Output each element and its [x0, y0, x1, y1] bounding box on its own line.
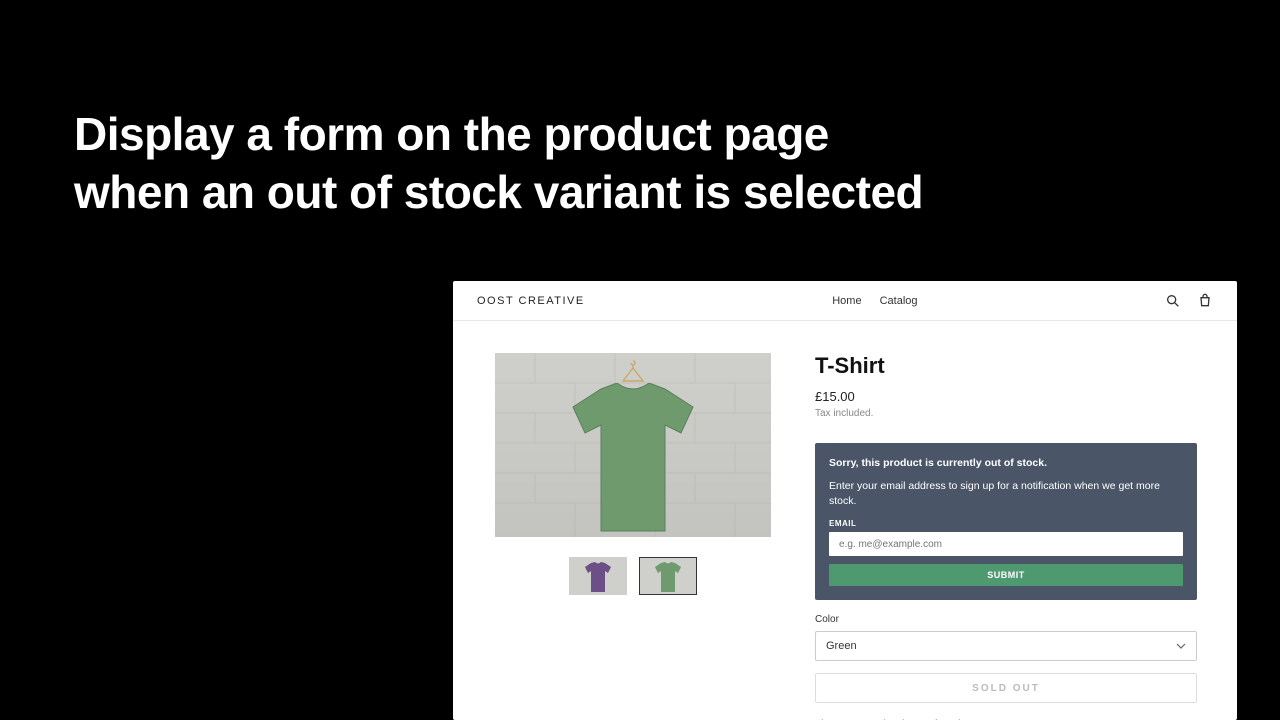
nav-home[interactable]: Home	[832, 295, 861, 307]
submit-button[interactable]: SUBMIT	[829, 564, 1183, 586]
headline-line1: Display a form on the product pagewhen a…	[74, 108, 923, 218]
tax-note: Tax included.	[815, 408, 1197, 419]
product-price: £15.00	[815, 389, 1197, 404]
nav-catalog[interactable]: Catalog	[880, 295, 918, 307]
product-details: T-Shirt £15.00 Tax included. Sorry, this…	[815, 353, 1197, 720]
callout-desc: Enter your email address to sign up for …	[829, 479, 1183, 509]
product-page-window: OOST CREATIVE Home Catalog	[453, 281, 1237, 720]
product-title: T-Shirt	[815, 353, 1197, 379]
stock-notify-form: Sorry, this product is currently out of …	[815, 443, 1197, 600]
sold-out-button: SOLD OUT	[815, 673, 1197, 703]
email-label: EMAIL	[829, 519, 1183, 528]
thumbnail-green[interactable]	[639, 557, 697, 595]
product-main-image	[495, 353, 771, 537]
product-page-body: T-Shirt £15.00 Tax included. Sorry, this…	[453, 321, 1237, 720]
cart-icon[interactable]	[1197, 293, 1213, 309]
color-select-value: Green	[826, 640, 857, 652]
product-thumbnails	[569, 557, 697, 595]
product-gallery	[493, 353, 773, 720]
tshirt-green	[563, 383, 703, 533]
search-icon[interactable]	[1165, 293, 1181, 309]
store-nav: Home Catalog	[832, 295, 917, 307]
header-icons	[1165, 293, 1213, 309]
color-label: Color	[815, 614, 1197, 625]
headline: Display a form on the product pagewhen a…	[74, 106, 923, 221]
color-select[interactable]: Green	[815, 631, 1197, 661]
stage: Display a form on the product pagewhen a…	[0, 0, 1280, 720]
store-header: OOST CREATIVE Home Catalog	[453, 281, 1237, 321]
email-field[interactable]	[829, 532, 1183, 556]
chevron-down-icon	[1176, 641, 1186, 651]
store-brand: OOST CREATIVE	[477, 295, 585, 307]
thumbnail-purple[interactable]	[569, 557, 627, 595]
callout-heading: Sorry, this product is currently out of …	[829, 457, 1183, 469]
